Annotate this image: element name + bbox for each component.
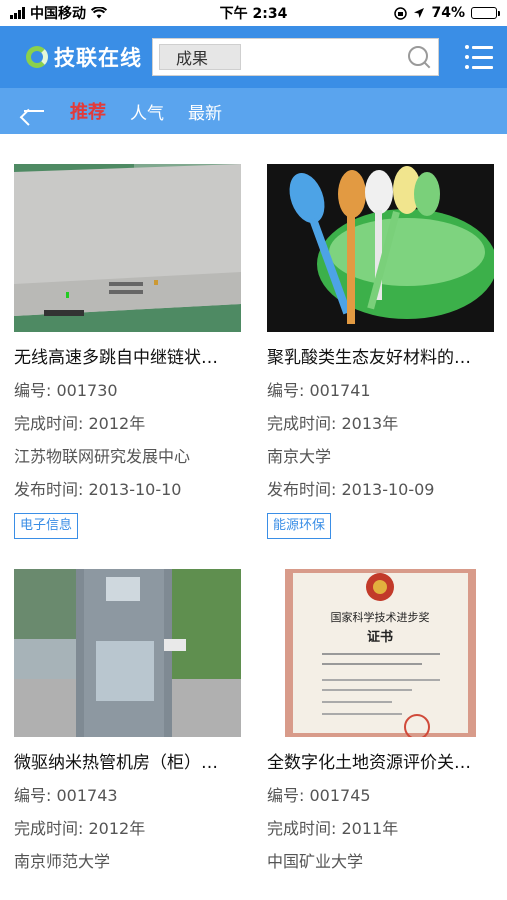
result-thumbnail[interactable] (267, 164, 494, 332)
back-arrow-icon[interactable] (22, 101, 46, 121)
tab-recommended[interactable]: 推荐 (70, 98, 106, 124)
app-header: 技联在线 成果 (0, 26, 507, 88)
certificate-subheading: 证书 (367, 629, 393, 645)
certificate-heading: 国家科学技术进步奖 (331, 610, 430, 624)
location-icon (414, 8, 425, 18)
battery-percent: 74% (431, 5, 465, 21)
result-completed: 完成时间: 2011年 (267, 819, 399, 838)
result-card[interactable]: 国家科学技术进步奖 证书 全数字化土地资源评价关… 编号: 001745 完成时… (267, 569, 494, 874)
search-category-tag[interactable]: 成果 (159, 44, 241, 70)
result-number: 编号: 001741 (267, 381, 371, 400)
category-badge[interactable]: 能源环保 (267, 513, 332, 539)
result-published: 发布时间: 2013-10-10 (14, 480, 182, 499)
app-name: 技联在线 (54, 46, 142, 70)
result-completed: 完成时间: 2012年 (14, 819, 146, 838)
category-badge[interactable]: 电子信息 (14, 513, 79, 539)
search-icon[interactable] (406, 44, 432, 70)
result-organization: 南京大学 (267, 447, 332, 466)
signal-icon (10, 7, 25, 19)
result-thumbnail[interactable]: 国家科学技术进步奖 证书 (267, 569, 494, 737)
results-grid: 无线高速多跳自中继链状… 编号: 001730 完成时间: 2012年 江苏物联… (0, 134, 507, 874)
search-box[interactable]: 成果 (152, 38, 439, 76)
menu-icon[interactable] (465, 45, 493, 69)
status-bar: 中国移动 下午 2:34 74% (0, 0, 507, 26)
result-title[interactable]: 聚乳酸类生态友好材料的… (267, 346, 494, 370)
result-organization: 南京师范大学 (14, 852, 111, 871)
result-title[interactable]: 无线高速多跳自中继链状… (14, 346, 241, 370)
result-number: 编号: 001730 (14, 381, 118, 400)
sub-navigation: 推荐 人气 最新 (0, 88, 507, 134)
result-completed: 完成时间: 2013年 (267, 414, 399, 433)
result-number: 编号: 001743 (14, 786, 118, 805)
orientation-lock-icon (394, 6, 408, 20)
carrier-label: 中国移动 (30, 6, 86, 22)
result-card[interactable]: 无线高速多跳自中继链状… 编号: 001730 完成时间: 2012年 江苏物联… (14, 164, 241, 539)
result-card[interactable]: 微驱纳米热管机房（柜）… 编号: 001743 完成时间: 2012年 南京师范… (14, 569, 241, 874)
result-title[interactable]: 微驱纳米热管机房（柜）… (14, 751, 241, 775)
result-thumbnail[interactable] (14, 164, 241, 332)
status-right: 74% (394, 5, 500, 21)
result-organization: 中国矿业大学 (267, 852, 364, 871)
result-thumbnail[interactable] (14, 569, 241, 737)
result-published: 发布时间: 2013-10-09 (267, 480, 435, 499)
battery-icon (471, 7, 500, 19)
result-card[interactable]: 聚乳酸类生态友好材料的… 编号: 001741 完成时间: 2013年 南京大学… (267, 164, 494, 539)
result-number: 编号: 001745 (267, 786, 371, 805)
wifi-icon (91, 7, 107, 19)
result-organization: 江苏物联网研究发展中心 (14, 447, 191, 466)
app-logo[interactable]: 技联在线 (26, 42, 142, 72)
status-left: 中国移动 (10, 3, 107, 23)
result-title[interactable]: 全数字化土地资源评价关… (267, 751, 494, 775)
tab-popular[interactable]: 人气 (130, 99, 164, 124)
logo-icon (26, 46, 48, 68)
result-completed: 完成时间: 2012年 (14, 414, 146, 433)
tab-latest[interactable]: 最新 (188, 99, 222, 124)
